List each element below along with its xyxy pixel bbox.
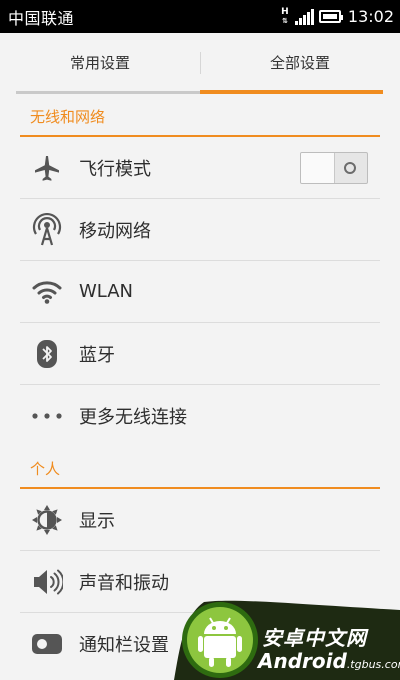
- airplane-icon: [30, 151, 64, 185]
- watermark-brand: Android: [258, 649, 347, 673]
- battery-icon: [318, 10, 343, 23]
- watermark-brand-line: Android.tgbus.com: [258, 649, 400, 673]
- tab-all-settings[interactable]: 全部设置: [200, 33, 400, 91]
- signal-strength-icon: [294, 8, 314, 25]
- settings-item-label: WLAN: [79, 281, 134, 302]
- status-bar: 中国联通 H ⇅ 13:02: [0, 0, 400, 33]
- bluetooth-icon: [30, 337, 64, 371]
- carrier-name: 中国联通: [8, 8, 75, 28]
- tab-label: 全部设置: [269, 53, 330, 72]
- section-title: 个人: [30, 460, 61, 478]
- settings-item-label: 移动网络: [79, 220, 151, 242]
- status-icons: H ⇅ 13:02: [280, 0, 394, 33]
- speaker-icon: [30, 565, 64, 599]
- settings-item-label: 通知栏设置: [79, 635, 169, 656]
- more-dots-icon: [30, 399, 64, 433]
- notification-bar-icon: [30, 627, 64, 661]
- settings-item-display[interactable]: 显示: [20, 489, 380, 551]
- tab-selected-indicator: [200, 90, 383, 94]
- settings-item-label: 蓝牙: [79, 344, 115, 366]
- settings-tabs: 常用设置 全部设置: [0, 33, 400, 95]
- section-header-personal: 个人: [20, 449, 380, 489]
- settings-item-label: 更多无线连接: [79, 407, 187, 428]
- settings-item-wlan[interactable]: WLAN: [20, 261, 380, 323]
- settings-item-more-wireless[interactable]: 更多无线连接: [20, 385, 380, 447]
- toggle-knob: [301, 152, 335, 183]
- wifi-icon: [30, 275, 64, 309]
- watermark-domain: .tgbus.com: [346, 658, 400, 671]
- toggle-off-icon: [344, 161, 356, 174]
- settings-item-label: 飞行模式: [79, 158, 151, 180]
- brightness-icon: [30, 503, 64, 537]
- settings-item-mobile-network[interactable]: 移动网络: [20, 199, 380, 261]
- settings-item-airplane-mode[interactable]: 飞行模式: [20, 137, 380, 199]
- tab-common-settings[interactable]: 常用设置: [0, 33, 200, 91]
- site-watermark-logo: 安卓中文网 Android.tgbus.com: [174, 596, 400, 680]
- airplane-mode-toggle[interactable]: [300, 151, 368, 184]
- cell-tower-icon: [30, 212, 64, 247]
- watermark-site-name: 安卓中文网: [262, 626, 367, 650]
- clock: 13:02: [347, 7, 394, 26]
- section-title: 无线和网络: [30, 108, 106, 126]
- settings-item-label: 显示: [79, 510, 115, 532]
- section-header-wireless: 无线和网络: [20, 97, 380, 137]
- network-type-indicator: H ⇅: [281, 6, 289, 25]
- settings-item-bluetooth[interactable]: 蓝牙: [20, 323, 380, 385]
- tab-label: 常用设置: [69, 53, 130, 72]
- settings-item-label: 声音和振动: [79, 572, 169, 594]
- tab-track: [16, 91, 200, 94]
